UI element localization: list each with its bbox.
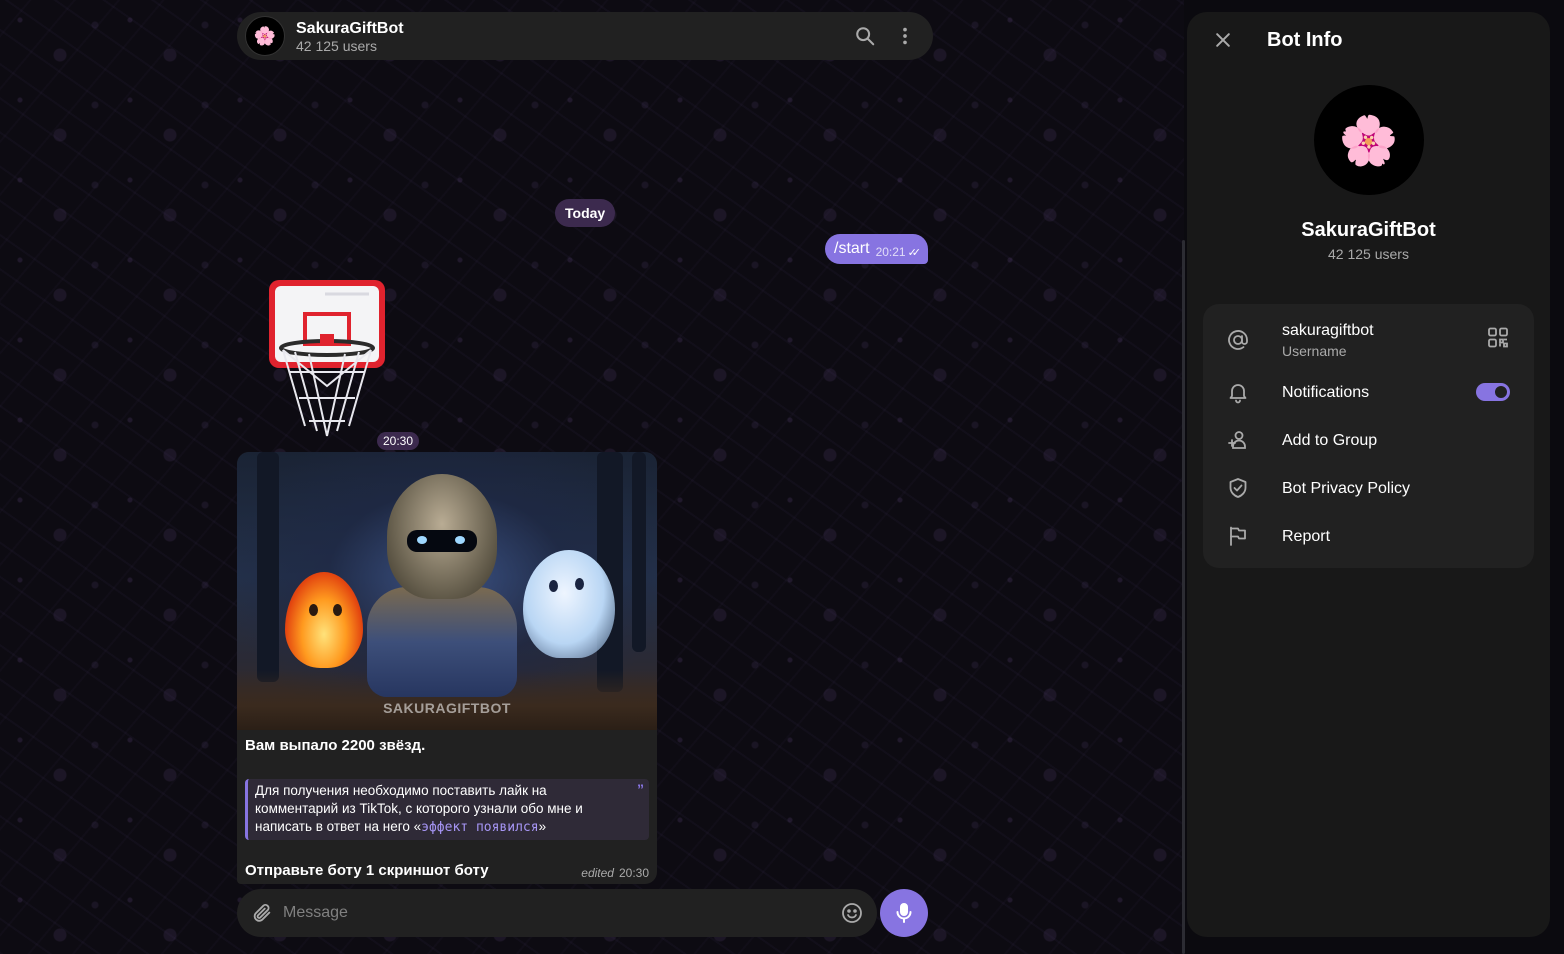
photo-tree (257, 452, 279, 682)
add-to-group-text: Add to Group (1282, 431, 1377, 450)
chat-header[interactable]: 🌸 SakuraGiftBot 42 125 users (237, 12, 933, 60)
message-input[interactable] (283, 904, 837, 922)
knight-body (367, 587, 517, 697)
notifications-row[interactable]: Notifications (1203, 368, 1534, 416)
edited-label: edited (581, 866, 614, 880)
sakura-avatar-icon: 🌸 (1338, 114, 1399, 168)
attach-button[interactable] (247, 898, 277, 928)
notifications-label: Notifications (1282, 383, 1370, 401)
bot-info-panel: Bot Info 🌸 SakuraGiftBot 42 125 users sa… (1187, 12, 1550, 937)
username-row[interactable]: sakuragiftbot Username (1203, 312, 1534, 368)
more-button[interactable] (885, 16, 925, 56)
qr-code-button[interactable] (1486, 326, 1510, 355)
panel-bot-subtitle: 42 125 users (1328, 246, 1409, 262)
message-footer: Отправьте боту 1 скриншот боту edited 20… (245, 862, 649, 880)
panel-bot-name: SakuraGiftBot (1301, 219, 1436, 241)
message-time: 20:30 (618, 866, 649, 880)
username-text: sakuragiftbot Username (1282, 321, 1374, 360)
username-label: Username (1282, 342, 1347, 359)
panel-info-card: sakuragiftbot Username Notifications Add… (1203, 304, 1534, 568)
sakura-avatar-icon: 🌸 (253, 25, 277, 46)
toggle-switch[interactable] (1476, 383, 1510, 401)
panel-title: Bot Info (1267, 28, 1343, 51)
photo-message[interactable]: SAKURAGIFTBOT Вам выпало 2200 звёзд. ” Д… (237, 452, 657, 884)
quote-end: » (538, 819, 547, 834)
privacy-policy-text: Bot Privacy Policy (1282, 479, 1410, 498)
message-title: Вам выпало 2200 звёзд. (245, 737, 426, 754)
header-text[interactable]: SakuraGiftBot 42 125 users (296, 19, 845, 54)
qr-code-icon (1488, 327, 1508, 348)
ghost-eye (575, 578, 584, 590)
shield-check-icon (1225, 475, 1251, 501)
bot-avatar[interactable]: 🌸 (245, 16, 285, 56)
add-to-group-row[interactable]: Add to Group (1203, 416, 1534, 464)
notifications-text: Notifications (1282, 383, 1369, 402)
username-value: sakuragiftbot (1282, 321, 1374, 339)
photo-tree (632, 452, 646, 652)
more-vertical-icon (903, 27, 907, 45)
bell-icon (1225, 379, 1251, 405)
add-user-icon (1225, 427, 1251, 453)
report-text: Report (1282, 527, 1330, 546)
search-button[interactable] (845, 16, 885, 56)
message-photo[interactable]: SAKURAGIFTBOT (237, 452, 657, 730)
date-separator: Today (555, 199, 616, 227)
message-time: 20:21 (875, 245, 906, 259)
notifications-toggle[interactable] (1476, 383, 1510, 401)
search-icon (856, 27, 875, 46)
panel-avatar[interactable]: 🌸 (1313, 85, 1424, 195)
voice-record-button[interactable] (880, 889, 928, 937)
smile-icon (842, 903, 862, 923)
privacy-policy-row[interactable]: Bot Privacy Policy (1203, 464, 1534, 512)
message-body: Вам выпало 2200 звёзд. ” Для получения н… (237, 730, 657, 880)
emoji-button[interactable] (837, 898, 867, 928)
knight-eye (417, 536, 427, 544)
chat-subtitle: 42 125 users (296, 37, 377, 54)
flag-icon (1225, 523, 1251, 549)
message-text: /start (834, 240, 870, 257)
privacy-policy-label: Bot Privacy Policy (1282, 479, 1411, 497)
message-composer (237, 889, 877, 937)
paperclip-icon (253, 903, 271, 922)
ghost-eye (549, 580, 558, 592)
close-icon (1216, 33, 1230, 47)
message-bottom-text: Отправьте боту 1 скриншот боту (245, 862, 489, 879)
report-label: Report (1282, 527, 1331, 545)
outgoing-message[interactable]: /start 20:21 ✓✓ (825, 234, 929, 264)
fire-creature (285, 572, 363, 668)
panel-header: Bot Info (1187, 12, 1550, 68)
chat-scrollbar[interactable] (1182, 240, 1185, 954)
message-quote: ” Для получения необходимо поставить лай… (245, 779, 649, 840)
sticker-time: 20:30 (377, 432, 420, 450)
knight-eye (455, 536, 465, 544)
quote-code[interactable]: эффект появился (421, 820, 538, 835)
close-panel-button[interactable] (1209, 26, 1237, 54)
at-icon (1225, 327, 1251, 353)
photo-watermark: SAKURAGIFTBOT (383, 700, 511, 716)
read-checkmarks-icon: ✓✓ (907, 246, 922, 259)
basketball-hoop-sticker-icon[interactable] (265, 276, 389, 446)
add-to-group-label: Add to Group (1282, 431, 1378, 449)
report-row[interactable]: Report (1203, 512, 1534, 560)
quote-mark-icon: ” (637, 781, 644, 797)
fire-eye (333, 604, 342, 616)
fire-eye (309, 604, 318, 616)
microphone-icon (896, 903, 912, 923)
ghost-creature (523, 550, 615, 658)
chat-title: SakuraGiftBot (296, 19, 404, 37)
